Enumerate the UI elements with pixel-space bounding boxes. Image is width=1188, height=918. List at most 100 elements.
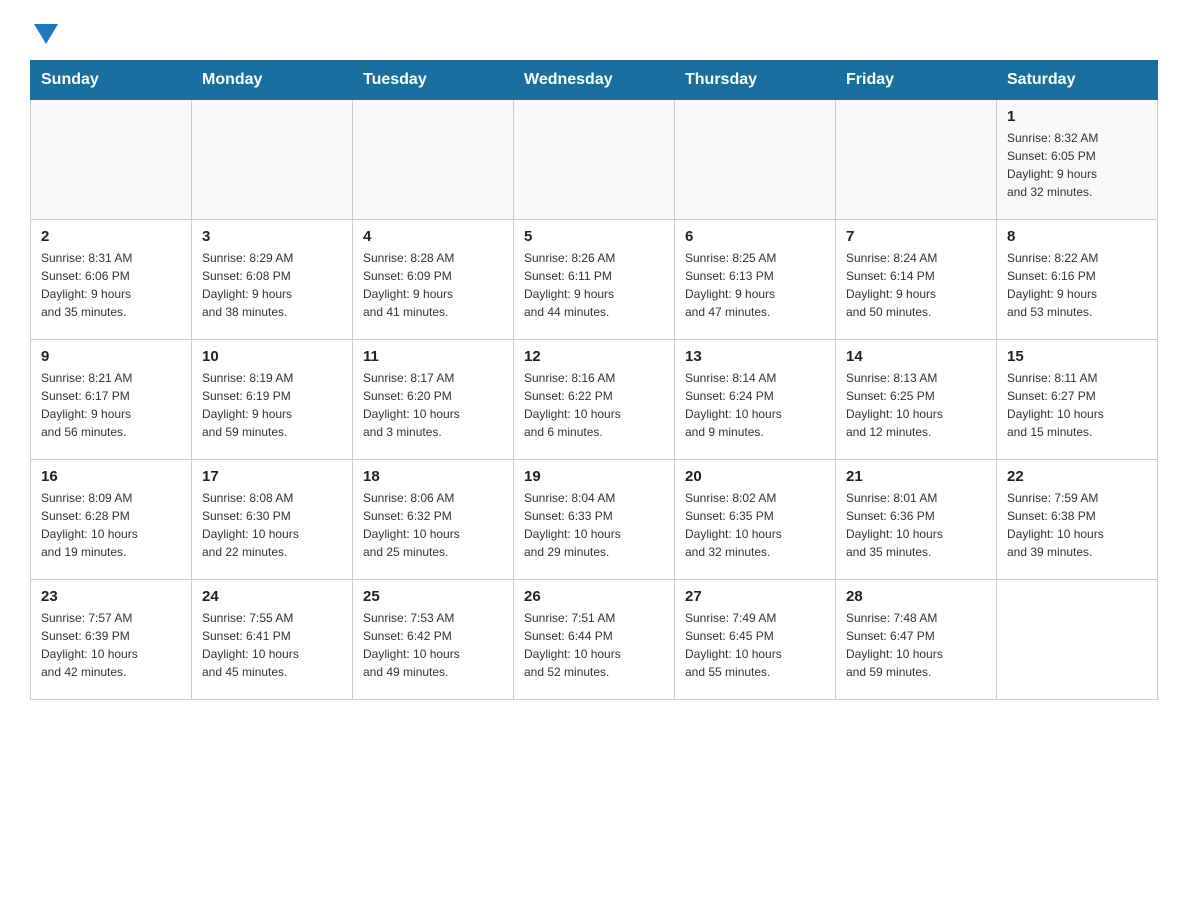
day-info: Sunrise: 8:09 AM Sunset: 6:28 PM Dayligh… (41, 489, 181, 561)
day-number: 9 (41, 348, 181, 365)
weekday-header-monday: Monday (192, 61, 353, 100)
calendar-cell: 3Sunrise: 8:29 AM Sunset: 6:08 PM Daylig… (192, 220, 353, 340)
calendar-cell: 26 Sunrise: 7:51 AM Sunset: 6:44 PM Dayli… (514, 580, 675, 700)
day-info: Sunrise: 8:26 AM Sunset: 6:11 PM Dayligh… (524, 249, 664, 321)
day-number: 14 (846, 348, 986, 365)
logo-triangle-icon (34, 24, 58, 44)
day-info: Sunrise: 8:32 AM Sunset: 6:05 PM Dayligh… (1007, 129, 1147, 201)
day-info: Sunrise: 8:28 AM Sunset: 6:09 PM Dayligh… (363, 249, 503, 321)
day-number: 13 (685, 348, 825, 365)
logo (30, 20, 58, 44)
day-info: Sunrise: 8:06 AM Sunset: 6:32 PM Dayligh… (363, 489, 503, 561)
day-info: Sunrise: 7:59 AM Sunset: 6:38 PM Dayligh… (1007, 489, 1147, 561)
day-number: 21 (846, 468, 986, 485)
calendar-cell: 6 Sunrise: 8:25 AM Sunset: 6:13 PM Daylig… (675, 220, 836, 340)
calendar-cell: 24 Sunrise: 7:55 AM Sunset: 6:41 PM Dayli… (192, 580, 353, 700)
calendar-cell: 14 Sunrise: 8:13 AM Sunset: 6:25 PM Dayli… (836, 340, 997, 460)
day-number: 2 (41, 228, 181, 245)
calendar-cell: 27Sunrise: 7:49 AM Sunset: 6:45 PM Dayli… (675, 580, 836, 700)
page-header (30, 20, 1158, 44)
day-number: 25 (363, 588, 503, 605)
day-info: Sunrise: 7:55 AM Sunset: 6:41 PM Dayligh… (202, 609, 342, 681)
calendar-cell: 9 Sunrise: 8:21 AM Sunset: 6:17 PM Daylig… (31, 340, 192, 460)
calendar-cell: 4 Sunrise: 8:28 AM Sunset: 6:09 PM Daylig… (353, 220, 514, 340)
day-info: Sunrise: 8:11 AM Sunset: 6:27 PM Dayligh… (1007, 369, 1147, 441)
day-info: Sunrise: 8:24 AM Sunset: 6:14 PM Dayligh… (846, 249, 986, 321)
week-row-2: 2 Sunrise: 8:31 AM Sunset: 6:06 PM Daylig… (31, 220, 1158, 340)
calendar-cell: 21 Sunrise: 8:01 AM Sunset: 6:36 PM Dayli… (836, 460, 997, 580)
day-info: Sunrise: 7:53 AM Sunset: 6:42 PM Dayligh… (363, 609, 503, 681)
day-info: Sunrise: 8:25 AM Sunset: 6:13 PM Dayligh… (685, 249, 825, 321)
calendar-cell: 16 Sunrise: 8:09 AM Sunset: 6:28 PM Dayli… (31, 460, 192, 580)
day-number: 26 (524, 588, 664, 605)
week-row-3: 9 Sunrise: 8:21 AM Sunset: 6:17 PM Daylig… (31, 340, 1158, 460)
day-info: Sunrise: 7:57 AM Sunset: 6:39 PM Dayligh… (41, 609, 181, 681)
day-info: Sunrise: 7:51 AM Sunset: 6:44 PM Dayligh… (524, 609, 664, 681)
day-info: Sunrise: 8:02 AM Sunset: 6:35 PM Dayligh… (685, 489, 825, 561)
day-number: 22 (1007, 468, 1147, 485)
calendar-cell (675, 100, 836, 220)
day-number: 10 (202, 348, 342, 365)
day-info: Sunrise: 8:21 AM Sunset: 6:17 PM Dayligh… (41, 369, 181, 441)
calendar-cell (31, 100, 192, 220)
day-number: 18 (363, 468, 503, 485)
calendar-cell (997, 580, 1158, 700)
day-number: 19 (524, 468, 664, 485)
day-number: 11 (363, 348, 503, 365)
calendar-cell: 11 Sunrise: 8:17 AM Sunset: 6:20 PM Dayli… (353, 340, 514, 460)
calendar-cell: 1 Sunrise: 8:32 AM Sunset: 6:05 PM Daylig… (997, 100, 1158, 220)
day-info: Sunrise: 8:01 AM Sunset: 6:36 PM Dayligh… (846, 489, 986, 561)
day-number: 12 (524, 348, 664, 365)
day-info: Sunrise: 8:19 AM Sunset: 6:19 PM Dayligh… (202, 369, 342, 441)
day-number: 5 (524, 228, 664, 245)
weekday-header-tuesday: Tuesday (353, 61, 514, 100)
day-info: Sunrise: 8:29 AM Sunset: 6:08 PM Dayligh… (202, 249, 342, 321)
day-info: Sunrise: 8:16 AM Sunset: 6:22 PM Dayligh… (524, 369, 664, 441)
calendar-cell: 8 Sunrise: 8:22 AM Sunset: 6:16 PM Daylig… (997, 220, 1158, 340)
calendar-cell (514, 100, 675, 220)
day-info: Sunrise: 8:14 AM Sunset: 6:24 PM Dayligh… (685, 369, 825, 441)
weekday-header-sunday: Sunday (31, 61, 192, 100)
day-number: 1 (1007, 108, 1147, 125)
calendar-cell: 22 Sunrise: 7:59 AM Sunset: 6:38 PM Dayli… (997, 460, 1158, 580)
day-info: Sunrise: 8:13 AM Sunset: 6:25 PM Dayligh… (846, 369, 986, 441)
week-row-4: 16 Sunrise: 8:09 AM Sunset: 6:28 PM Dayli… (31, 460, 1158, 580)
calendar-cell: 13 Sunrise: 8:14 AM Sunset: 6:24 PM Dayli… (675, 340, 836, 460)
day-number: 6 (685, 228, 825, 245)
day-number: 15 (1007, 348, 1147, 365)
day-info: Sunrise: 8:31 AM Sunset: 6:06 PM Dayligh… (41, 249, 181, 321)
weekday-header-row: SundayMondayTuesdayWednesdayThursdayFrid… (31, 61, 1158, 100)
day-info: Sunrise: 8:04 AM Sunset: 6:33 PM Dayligh… (524, 489, 664, 561)
calendar-cell: 17Sunrise: 8:08 AM Sunset: 6:30 PM Dayli… (192, 460, 353, 580)
calendar-cell: 19 Sunrise: 8:04 AM Sunset: 6:33 PM Dayli… (514, 460, 675, 580)
week-row-1: 1 Sunrise: 8:32 AM Sunset: 6:05 PM Daylig… (31, 100, 1158, 220)
day-info: Sunrise: 8:08 AM Sunset: 6:30 PM Dayligh… (202, 489, 342, 561)
weekday-header-wednesday: Wednesday (514, 61, 675, 100)
day-number: 16 (41, 468, 181, 485)
weekday-header-saturday: Saturday (997, 61, 1158, 100)
calendar-cell: 25 Sunrise: 7:53 AM Sunset: 6:42 PM Dayli… (353, 580, 514, 700)
day-info: Sunrise: 7:48 AM Sunset: 6:47 PM Dayligh… (846, 609, 986, 681)
week-row-5: 23Sunrise: 7:57 AM Sunset: 6:39 PM Dayli… (31, 580, 1158, 700)
calendar-cell (836, 100, 997, 220)
day-number: 28 (846, 588, 986, 605)
day-number: 27 (685, 588, 825, 605)
calendar-cell: 12 Sunrise: 8:16 AM Sunset: 6:22 PM Dayli… (514, 340, 675, 460)
weekday-header-friday: Friday (836, 61, 997, 100)
calendar-cell: 7Sunrise: 8:24 AM Sunset: 6:14 PM Daylig… (836, 220, 997, 340)
calendar-cell: 15 Sunrise: 8:11 AM Sunset: 6:27 PM Dayli… (997, 340, 1158, 460)
day-info: Sunrise: 8:22 AM Sunset: 6:16 PM Dayligh… (1007, 249, 1147, 321)
weekday-header-thursday: Thursday (675, 61, 836, 100)
day-number: 4 (363, 228, 503, 245)
calendar-cell: 28 Sunrise: 7:48 AM Sunset: 6:47 PM Dayli… (836, 580, 997, 700)
day-info: Sunrise: 8:17 AM Sunset: 6:20 PM Dayligh… (363, 369, 503, 441)
calendar-cell: 5 Sunrise: 8:26 AM Sunset: 6:11 PM Daylig… (514, 220, 675, 340)
calendar-table: SundayMondayTuesdayWednesdayThursdayFrid… (30, 60, 1158, 700)
calendar-cell: 23Sunrise: 7:57 AM Sunset: 6:39 PM Dayli… (31, 580, 192, 700)
day-number: 8 (1007, 228, 1147, 245)
calendar-cell: 18 Sunrise: 8:06 AM Sunset: 6:32 PM Dayli… (353, 460, 514, 580)
calendar-cell (353, 100, 514, 220)
day-number: 20 (685, 468, 825, 485)
calendar-cell (192, 100, 353, 220)
day-number: 24 (202, 588, 342, 605)
